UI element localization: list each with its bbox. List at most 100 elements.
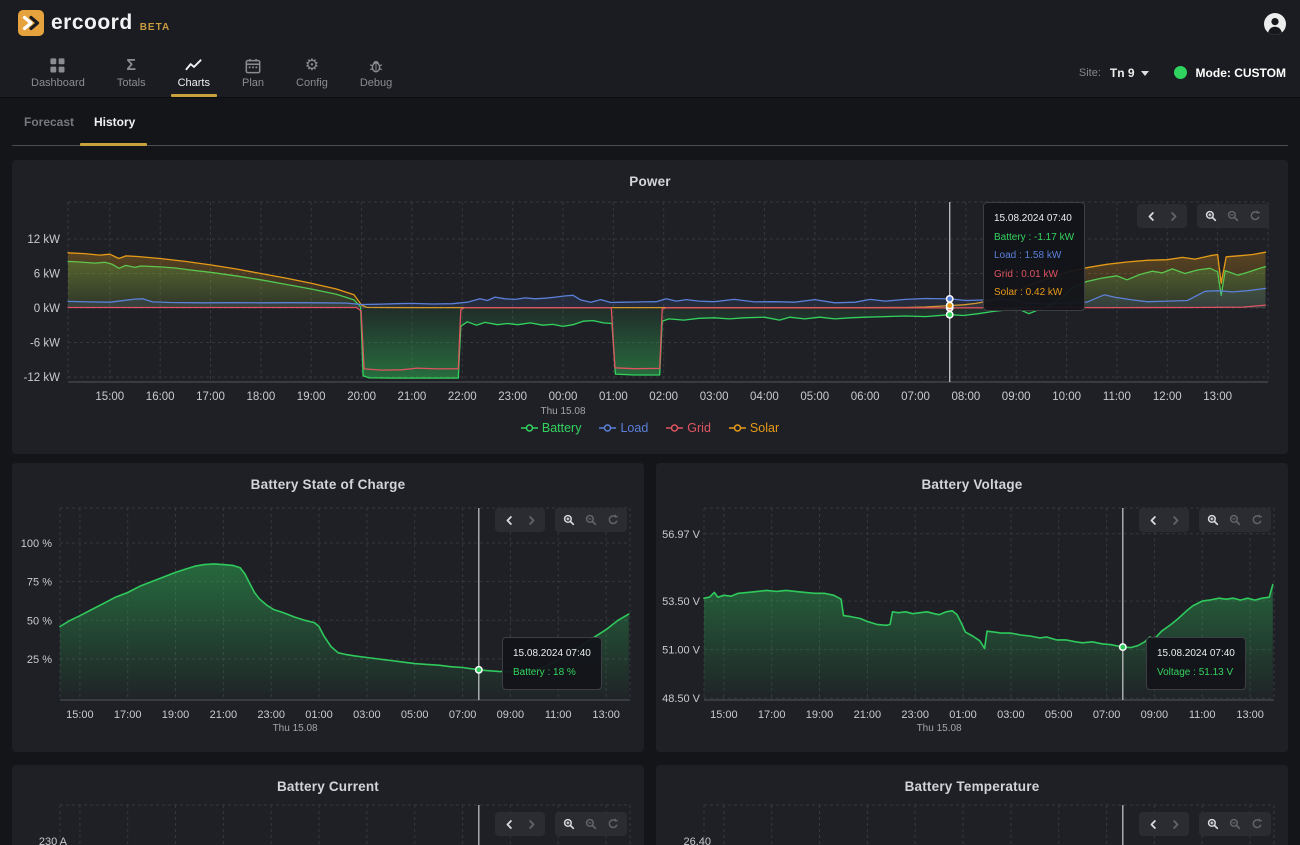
svg-text:11:00: 11:00 — [1189, 709, 1216, 721]
svg-text:13:00: 13:00 — [1203, 391, 1232, 403]
legend-label: Battery — [542, 421, 582, 435]
svg-text:12:00: 12:00 — [1153, 391, 1182, 403]
reset-zoom-button[interactable] — [1247, 511, 1267, 529]
svg-text:100 %: 100 % — [21, 538, 52, 550]
legend-item-solar[interactable]: Solar — [729, 421, 779, 435]
legend-item-load[interactable]: Load — [599, 421, 648, 435]
svg-text:25 %: 25 % — [27, 654, 52, 666]
tooltip-timestamp: 15.08.2024 07:40 — [513, 645, 591, 664]
nav-item-config[interactable]: ⚙ Config — [283, 48, 341, 97]
tooltip-rows: Battery : -1.17 kWLoad : 1.58 kWGrid : 0… — [994, 229, 1074, 303]
zoom-in-button[interactable] — [559, 815, 579, 833]
zoom-in-button[interactable] — [1203, 815, 1223, 833]
pan-left-button[interactable] — [499, 511, 519, 529]
pan-right-button[interactable] — [521, 511, 541, 529]
nav-item-dashboard[interactable]: Dashboard — [18, 48, 98, 97]
voltage-chart-panel: Battery Voltage 15:0017:0019:0021:0023:0… — [656, 463, 1288, 752]
zoom-in-button[interactable] — [1201, 207, 1221, 225]
pan-left-button[interactable] — [1141, 207, 1161, 225]
legend-marker-icon — [521, 422, 538, 434]
reset-zoom-button[interactable] — [1247, 815, 1267, 833]
zoom-out-button[interactable] — [1223, 207, 1243, 225]
svg-text:09:00: 09:00 — [1141, 709, 1169, 721]
user-avatar-icon[interactable] — [1264, 13, 1286, 35]
bug-icon — [368, 57, 384, 75]
chart-title: Battery Voltage — [656, 463, 1288, 492]
zoom-out-button[interactable] — [581, 815, 601, 833]
svg-text:05:00: 05:00 — [800, 391, 829, 403]
app-root: ercoord BETA Dashboard Σ — [0, 0, 1300, 845]
legend-item-grid[interactable]: Grid — [666, 421, 711, 435]
pan-right-button[interactable] — [1165, 511, 1185, 529]
svg-text:Thu 15.08: Thu 15.08 — [273, 723, 318, 734]
svg-text:22:00: 22:00 — [448, 391, 477, 403]
tab-history[interactable]: History — [94, 115, 135, 129]
chart-controls — [1139, 508, 1271, 532]
svg-text:04:00: 04:00 — [750, 391, 779, 403]
svg-text:-12 kW: -12 kW — [24, 372, 61, 384]
svg-text:19:00: 19:00 — [297, 391, 326, 403]
svg-text:0 kW: 0 kW — [34, 303, 60, 315]
svg-text:07:00: 07:00 — [1093, 709, 1121, 721]
svg-text:09:00: 09:00 — [1002, 391, 1031, 403]
top-header: ercoord BETA — [0, 0, 1300, 48]
tooltip-rows: Voltage : 51.13 V — [1157, 664, 1235, 683]
reset-zoom-button[interactable] — [603, 511, 623, 529]
svg-text:23:00: 23:00 — [498, 391, 527, 403]
pan-left-button[interactable] — [1143, 511, 1163, 529]
power-chart[interactable]: 15:0016:0017:0018:0019:0020:0021:0022:00… — [12, 160, 1288, 454]
zoom-out-button[interactable] — [1225, 511, 1245, 529]
pan-left-button[interactable] — [499, 815, 519, 833]
zoom-in-button[interactable] — [559, 511, 579, 529]
current-chart-panel: Battery Current 230 A — [12, 765, 644, 845]
nav-item-plan[interactable]: Plan — [229, 48, 277, 97]
svg-text:13:00: 13:00 — [592, 709, 620, 721]
tooltip-rows: Battery : 18 % — [513, 664, 591, 683]
svg-text:21:00: 21:00 — [210, 709, 238, 721]
tab-forecast[interactable]: Forecast — [24, 115, 74, 129]
pan-right-button[interactable] — [1163, 207, 1183, 225]
legend-label: Grid — [687, 421, 711, 435]
pan-right-button[interactable] — [1165, 815, 1185, 833]
pan-right-button[interactable] — [521, 815, 541, 833]
site-selector[interactable]: Tn 9 — [1110, 66, 1149, 80]
svg-text:23:00: 23:00 — [257, 709, 285, 721]
tooltip-row: Battery : 18 % — [513, 664, 591, 683]
nav-label: Charts — [178, 77, 210, 89]
sigma-icon: Σ — [126, 57, 136, 75]
legend-item-battery[interactable]: Battery — [521, 421, 582, 435]
pan-left-button[interactable] — [1143, 815, 1163, 833]
nav-item-debug[interactable]: Debug — [347, 48, 405, 97]
nav-label: Plan — [242, 77, 264, 89]
zoom-out-button[interactable] — [1225, 815, 1245, 833]
svg-text:15:00: 15:00 — [95, 391, 124, 403]
svg-text:53.50 V: 53.50 V — [662, 596, 701, 608]
nav-item-charts[interactable]: Charts — [165, 48, 223, 97]
svg-text:50 %: 50 % — [27, 615, 52, 627]
nav-label: Config — [296, 77, 328, 89]
pan-controls — [495, 508, 545, 532]
tooltip-row: Battery : -1.17 kW — [994, 229, 1074, 248]
reset-zoom-button[interactable] — [603, 815, 623, 833]
svg-text:11:00: 11:00 — [545, 709, 572, 721]
svg-text:09:00: 09:00 — [497, 709, 525, 721]
svg-text:23:00: 23:00 — [901, 709, 929, 721]
soc-chart[interactable]: 15:0017:0019:0021:0023:0001:0003:0005:00… — [12, 463, 644, 752]
voltage-chart[interactable]: 15:0017:0019:0021:0023:0001:0003:0005:00… — [656, 463, 1288, 752]
reset-zoom-button[interactable] — [1245, 207, 1265, 225]
nav-label: Debug — [360, 77, 392, 89]
zoom-controls — [1199, 812, 1271, 836]
svg-text:230 A: 230 A — [39, 836, 68, 845]
svg-text:01:00: 01:00 — [599, 391, 628, 403]
chevron-down-icon — [1141, 71, 1149, 76]
svg-text:03:00: 03:00 — [353, 709, 381, 721]
zoom-in-button[interactable] — [1203, 511, 1223, 529]
svg-text:11:00: 11:00 — [1103, 391, 1131, 403]
brand-name: ercoord — [51, 10, 133, 36]
beta-badge: BETA — [140, 22, 170, 36]
chart-tabbar: Forecast History — [0, 97, 1300, 152]
zoom-out-button[interactable] — [581, 511, 601, 529]
chart-title: Battery Current — [12, 765, 644, 794]
tooltip-row: Grid : 0.01 kW — [994, 266, 1074, 285]
nav-item-totals[interactable]: Σ Totals — [104, 48, 159, 97]
